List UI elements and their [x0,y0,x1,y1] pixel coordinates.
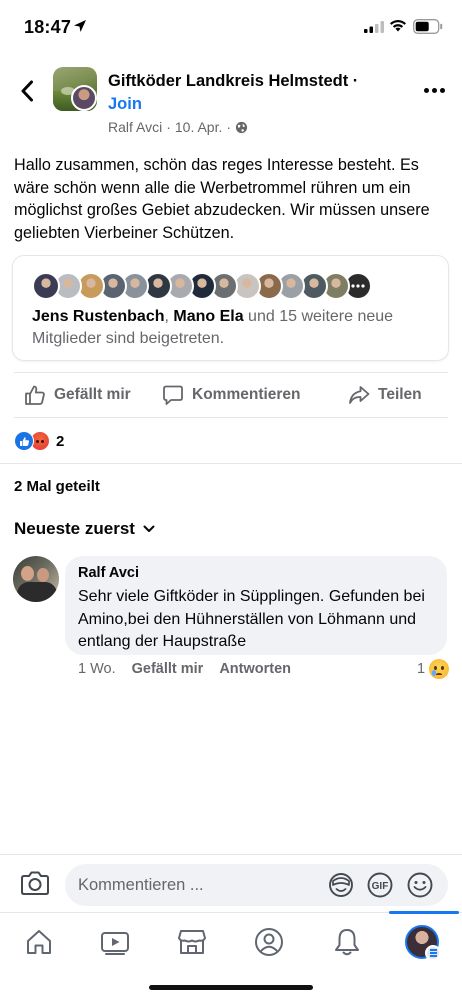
reactions-summary[interactable]: 2 [14,430,64,452]
member-name-2[interactable]: Mano Ela [173,308,243,325]
more-icon-dot [431,87,437,93]
comment-sort-selector[interactable]: Neueste zuerst [14,519,155,539]
globe-icon [235,121,248,133]
member-avatar [32,272,60,300]
avatar-figure [17,582,57,602]
back-button[interactable] [14,76,40,106]
avatar-sticker-icon[interactable] [327,872,355,898]
new-members-text: Jens Rustenbach, Mano Ela und 15 weitere… [32,306,432,350]
post-date[interactable]: 10. Apr. [175,119,222,135]
post-action-bar: Gefällt mir Kommentieren Teilen [14,372,448,418]
share-icon [349,386,370,404]
location-arrow-icon [74,20,86,32]
comment-button[interactable]: Kommentieren [162,373,301,417]
author-avatar[interactable] [71,85,97,111]
divider [0,463,462,464]
emoji-icon[interactable] [406,872,434,898]
more-icon-dot [423,87,429,93]
tab-marketplace[interactable] [177,927,207,957]
avatar-face [37,568,49,582]
svg-text:GIF: GIF [372,881,389,892]
sad-reaction-icon [429,659,450,679]
post-header: Giftköder Landkreis Helmstedt · Join Ral… [0,60,462,150]
post-meta: Ralf Avci · 10. Apr. · [108,119,248,135]
gif-icon[interactable]: GIF [366,872,394,898]
comment-text: Sehr viele Giftköder in Süpplingen. Gefu… [78,588,425,650]
commenter-avatar[interactable] [13,556,59,602]
comment-label: Kommentieren [192,386,301,403]
signal-icon [364,21,384,33]
meta-separator-2: · [226,119,232,135]
marketplace-icon [178,930,206,954]
menu-line [429,952,437,954]
like-button[interactable]: Gefällt mir [24,373,131,417]
tab-video[interactable] [100,927,130,957]
shares-count[interactable]: 2 Mal geteilt [14,478,100,495]
home-icon [27,930,51,954]
tab-notifications[interactable] [332,927,362,957]
thumbs-up-icon [25,385,45,405]
meta-separator: · [166,119,171,135]
comment-icon [163,385,183,405]
tab-home[interactable] [24,927,54,957]
comment-reactions[interactable]: 1 [417,659,450,679]
camera-icon [21,871,49,895]
sad-emoji-mouth [436,673,443,676]
status-bar: 18:47 [0,0,462,56]
status-time: 18:47 [24,17,72,37]
video-icon [101,932,129,955]
menu-line [429,955,437,957]
more-options-button[interactable] [420,78,448,102]
share-label: Teilen [378,386,422,403]
chevron-down-icon [143,525,155,532]
comment-author[interactable]: Ralf Avci [78,565,139,581]
profile-icon [255,928,283,956]
reaction-count: 2 [56,432,65,450]
wifi-icon [390,19,406,32]
bell-icon [335,929,359,956]
battery-icon [413,19,443,34]
comment-composer: GIF [0,854,462,912]
tab-menu[interactable] [405,925,441,961]
back-chevron-icon [21,80,33,102]
share-button[interactable]: Teilen [348,373,422,417]
comment-bubble[interactable]: Ralf Avci Sehr viele Giftköder in Süppli… [65,556,447,655]
camera-button[interactable] [20,870,50,901]
like-reaction-icon [14,431,34,451]
comment-reply-button[interactable]: Antworten [219,661,291,677]
member-name-1[interactable]: Jens Rustenbach [32,308,164,325]
group-name[interactable]: Giftköder Landkreis Helmstedt · [108,72,358,91]
home-indicator[interactable] [149,985,313,990]
sort-label: Neueste zuerst [14,519,135,538]
comment-reaction-count: 1 [417,661,426,677]
active-tab-indicator [389,911,459,914]
comment-time[interactable]: 1 Wo. [78,661,116,677]
comment-meta: 1 Wo. Gefällt mir Antworten [78,661,291,677]
avatar-face [21,566,34,581]
more-icon-dot [439,87,445,93]
tab-profile[interactable] [254,927,284,957]
new-members-card[interactable]: Jens Rustenbach, Mano Ela und 15 weitere… [12,255,449,361]
comment-like-button[interactable]: Gefällt mir [132,661,204,677]
menu-line [429,949,437,951]
post-author[interactable]: Ralf Avci [108,119,162,135]
post-text: Hallo zusammen, schön das reges Interess… [14,156,430,242]
menu-profile-icon [425,945,441,961]
join-button[interactable]: Join [108,95,142,114]
like-label: Gefällt mir [54,386,131,403]
